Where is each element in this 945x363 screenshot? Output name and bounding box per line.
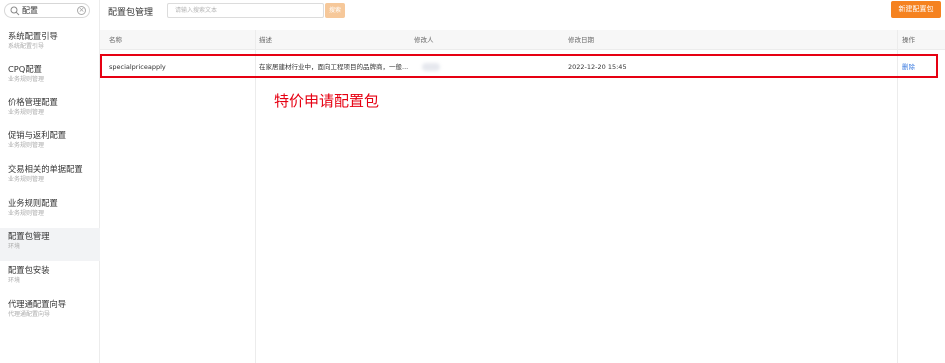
column-header-action: 操作 [902, 36, 915, 44]
sidebar-item-sublabel: 环境 [8, 243, 21, 250]
sidebar-item-sublabel: 环境 [8, 277, 21, 284]
sidebar-item-transaction-docs[interactable]: 交易相关的单据配置 业务规则管理 [0, 161, 100, 194]
sidebar-item-sublabel: 业务规则管理 [8, 76, 45, 83]
annotation-text: 特价申请配置包 [274, 92, 380, 110]
sidebar-item-label: 配置包安装 [8, 265, 50, 275]
highlight-box [100, 54, 938, 78]
sidebar-item-label: 系统配置引导 [8, 31, 58, 41]
column-divider [255, 30, 256, 363]
sidebar-item-sublabel: 业务规则管理 [8, 176, 45, 183]
sidebar-item-label: 业务规则配置 [8, 198, 58, 208]
sidebar-item-price-management[interactable]: 价格管理配置 业务规则管理 [0, 94, 100, 127]
sidebar-item-label: 促销与返利配置 [8, 130, 67, 140]
sidebar-item-cpq[interactable]: CPQ配置 业务规则管理 [0, 61, 100, 94]
search-icon [10, 6, 20, 16]
sidebar: 配置 × 系统配置引导 系统配置引导 CPQ配置 业务规则管理 价格管理配置 业… [0, 0, 100, 363]
sidebar-item-label: 价格管理配置 [8, 97, 58, 107]
search-button[interactable]: 搜索 [325, 3, 345, 18]
sidebar-item-package-management[interactable]: 配置包管理 环境 [0, 228, 100, 261]
column-header-description: 描述 [259, 36, 272, 44]
package-table: 名称 描述 修改人 修改日期 操作 specialpriceapply 在家居建… [100, 30, 945, 363]
sidebar-item-business-rules[interactable]: 业务规则配置 业务规则管理 [0, 195, 100, 228]
sidebar-item-label: 代理通配置向导 [8, 299, 67, 309]
sidebar-item-label: CPQ配置 [8, 64, 42, 74]
column-header-date: 修改日期 [568, 36, 594, 44]
page-title: 配置包管理 [108, 8, 154, 18]
new-package-button[interactable]: 新建配置包 [891, 1, 941, 18]
sidebar-item-system-guide[interactable]: 系统配置引导 系统配置引导 [0, 28, 100, 61]
clear-icon[interactable]: × [77, 6, 86, 15]
sidebar-item-sublabel: 业务规则管理 [8, 210, 45, 217]
main-search-box[interactable] [167, 3, 324, 18]
sidebar-item-package-install[interactable]: 配置包安装 环境 [0, 262, 100, 295]
sidebar-item-agent-wizard[interactable]: 代理通配置向导 代理通配置向导 [0, 296, 100, 329]
column-header-name: 名称 [109, 36, 122, 44]
sidebar-item-label: 配置包管理 [8, 231, 50, 241]
column-header-modifier: 修改人 [414, 36, 434, 44]
sidebar-item-sublabel: 系统配置引导 [8, 43, 45, 50]
table-header: 名称 描述 修改人 修改日期 操作 [100, 30, 945, 50]
sidebar-item-sublabel: 业务规则管理 [8, 109, 45, 116]
column-divider [897, 30, 898, 363]
sidebar-item-promotion[interactable]: 促销与返利配置 业务规则管理 [0, 127, 100, 160]
sidebar-search-input[interactable]: 配置 × [4, 3, 90, 18]
sidebar-item-label: 交易相关的单据配置 [8, 164, 83, 174]
sidebar-item-sublabel: 业务规则管理 [8, 142, 45, 149]
sidebar-item-sublabel: 代理通配置向导 [8, 311, 51, 318]
main-search-input[interactable] [168, 4, 323, 17]
sidebar-search-value: 配置 [22, 6, 38, 15]
